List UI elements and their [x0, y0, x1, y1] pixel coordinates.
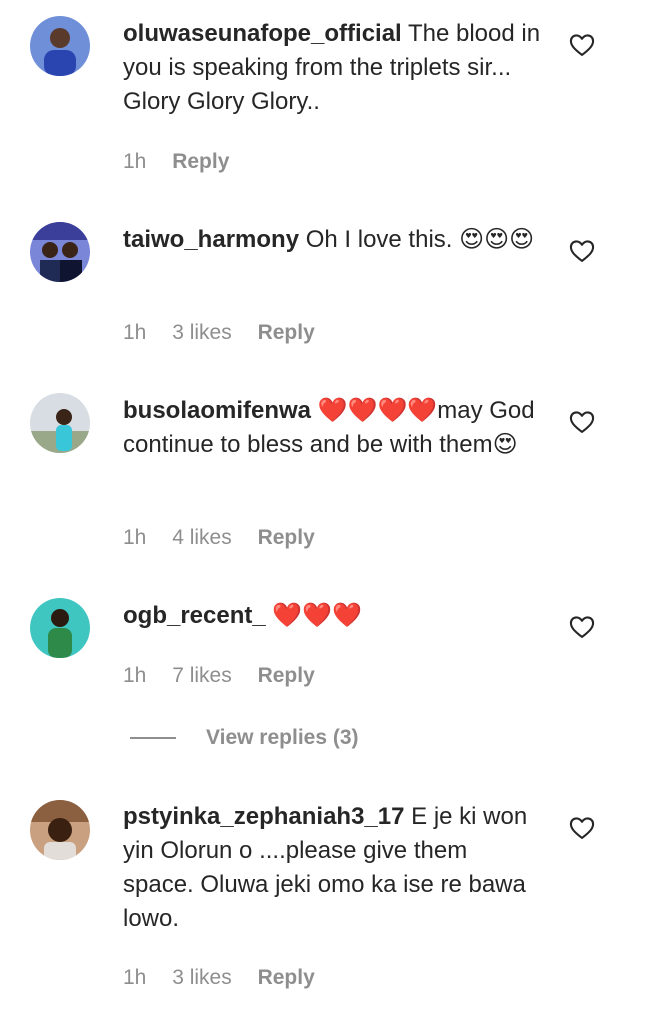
comment-username[interactable]: ogb_recent_	[123, 602, 266, 629]
comment-text: Oh I love this. 😍😍😍	[305, 226, 535, 253]
comment-time: 1h	[123, 150, 147, 173]
comment-body: taiwo_harmony Oh I love this. 😍😍😍	[123, 223, 543, 257]
comment-time: 1h	[123, 321, 147, 344]
comment-meta: 1h 3 likes Reply	[123, 966, 335, 990]
avatar[interactable]	[30, 222, 90, 282]
heart-outline-icon	[569, 616, 595, 638]
comment-meta: 1h 3 likes Reply	[123, 321, 335, 345]
comment-likes[interactable]: 3 likes	[172, 966, 232, 989]
comment-likes[interactable]: 3 likes	[172, 321, 232, 344]
comment-username[interactable]: pstyinka_zephaniah3_17	[123, 803, 404, 830]
reply-button[interactable]: Reply	[258, 526, 315, 549]
comment-likes[interactable]: 7 likes	[172, 664, 232, 687]
heart-outline-icon	[569, 411, 595, 433]
comment-body: oluwaseunafope_official The blood in you…	[123, 17, 543, 119]
like-button[interactable]	[568, 814, 596, 842]
like-button[interactable]	[568, 408, 596, 436]
heart-outline-icon	[569, 240, 595, 262]
comment-time: 1h	[123, 526, 147, 549]
comment-body: ogb_recent_ ❤️❤️❤️	[123, 599, 543, 633]
comment-likes[interactable]: 4 likes	[172, 526, 232, 549]
comment-body: busolaomifenwa ❤️❤️❤️❤️may God continue …	[123, 394, 543, 462]
comment-meta: 1h 7 likes Reply	[123, 664, 335, 688]
comment-username[interactable]: oluwaseunafope_official	[123, 20, 402, 47]
like-button[interactable]	[568, 237, 596, 265]
reply-button[interactable]: Reply	[258, 321, 315, 344]
reply-button[interactable]: Reply	[258, 966, 315, 989]
view-replies-button[interactable]: View replies (3)	[130, 726, 359, 750]
comment-time: 1h	[123, 664, 147, 687]
avatar[interactable]	[30, 393, 90, 453]
avatar[interactable]	[30, 800, 90, 860]
reply-button[interactable]: Reply	[172, 150, 229, 173]
like-button[interactable]	[568, 31, 596, 59]
comment-username[interactable]: taiwo_harmony	[123, 226, 299, 253]
heart-outline-icon	[569, 34, 595, 56]
view-replies-label: View replies (3)	[206, 726, 359, 749]
avatar[interactable]	[30, 16, 90, 76]
comment-meta: 1h 4 likes Reply	[123, 526, 335, 550]
comment-meta: 1h Reply	[123, 150, 249, 174]
heart-outline-icon	[569, 817, 595, 839]
divider-line	[130, 737, 176, 740]
comment-time: 1h	[123, 966, 147, 989]
comment-body: pstyinka_zephaniah3_17 E je ki won yin O…	[123, 800, 543, 936]
comment-text: ❤️❤️❤️	[272, 602, 363, 629]
reply-button[interactable]: Reply	[258, 664, 315, 687]
avatar[interactable]	[30, 598, 90, 658]
comment-username[interactable]: busolaomifenwa	[123, 397, 311, 424]
like-button[interactable]	[568, 613, 596, 641]
